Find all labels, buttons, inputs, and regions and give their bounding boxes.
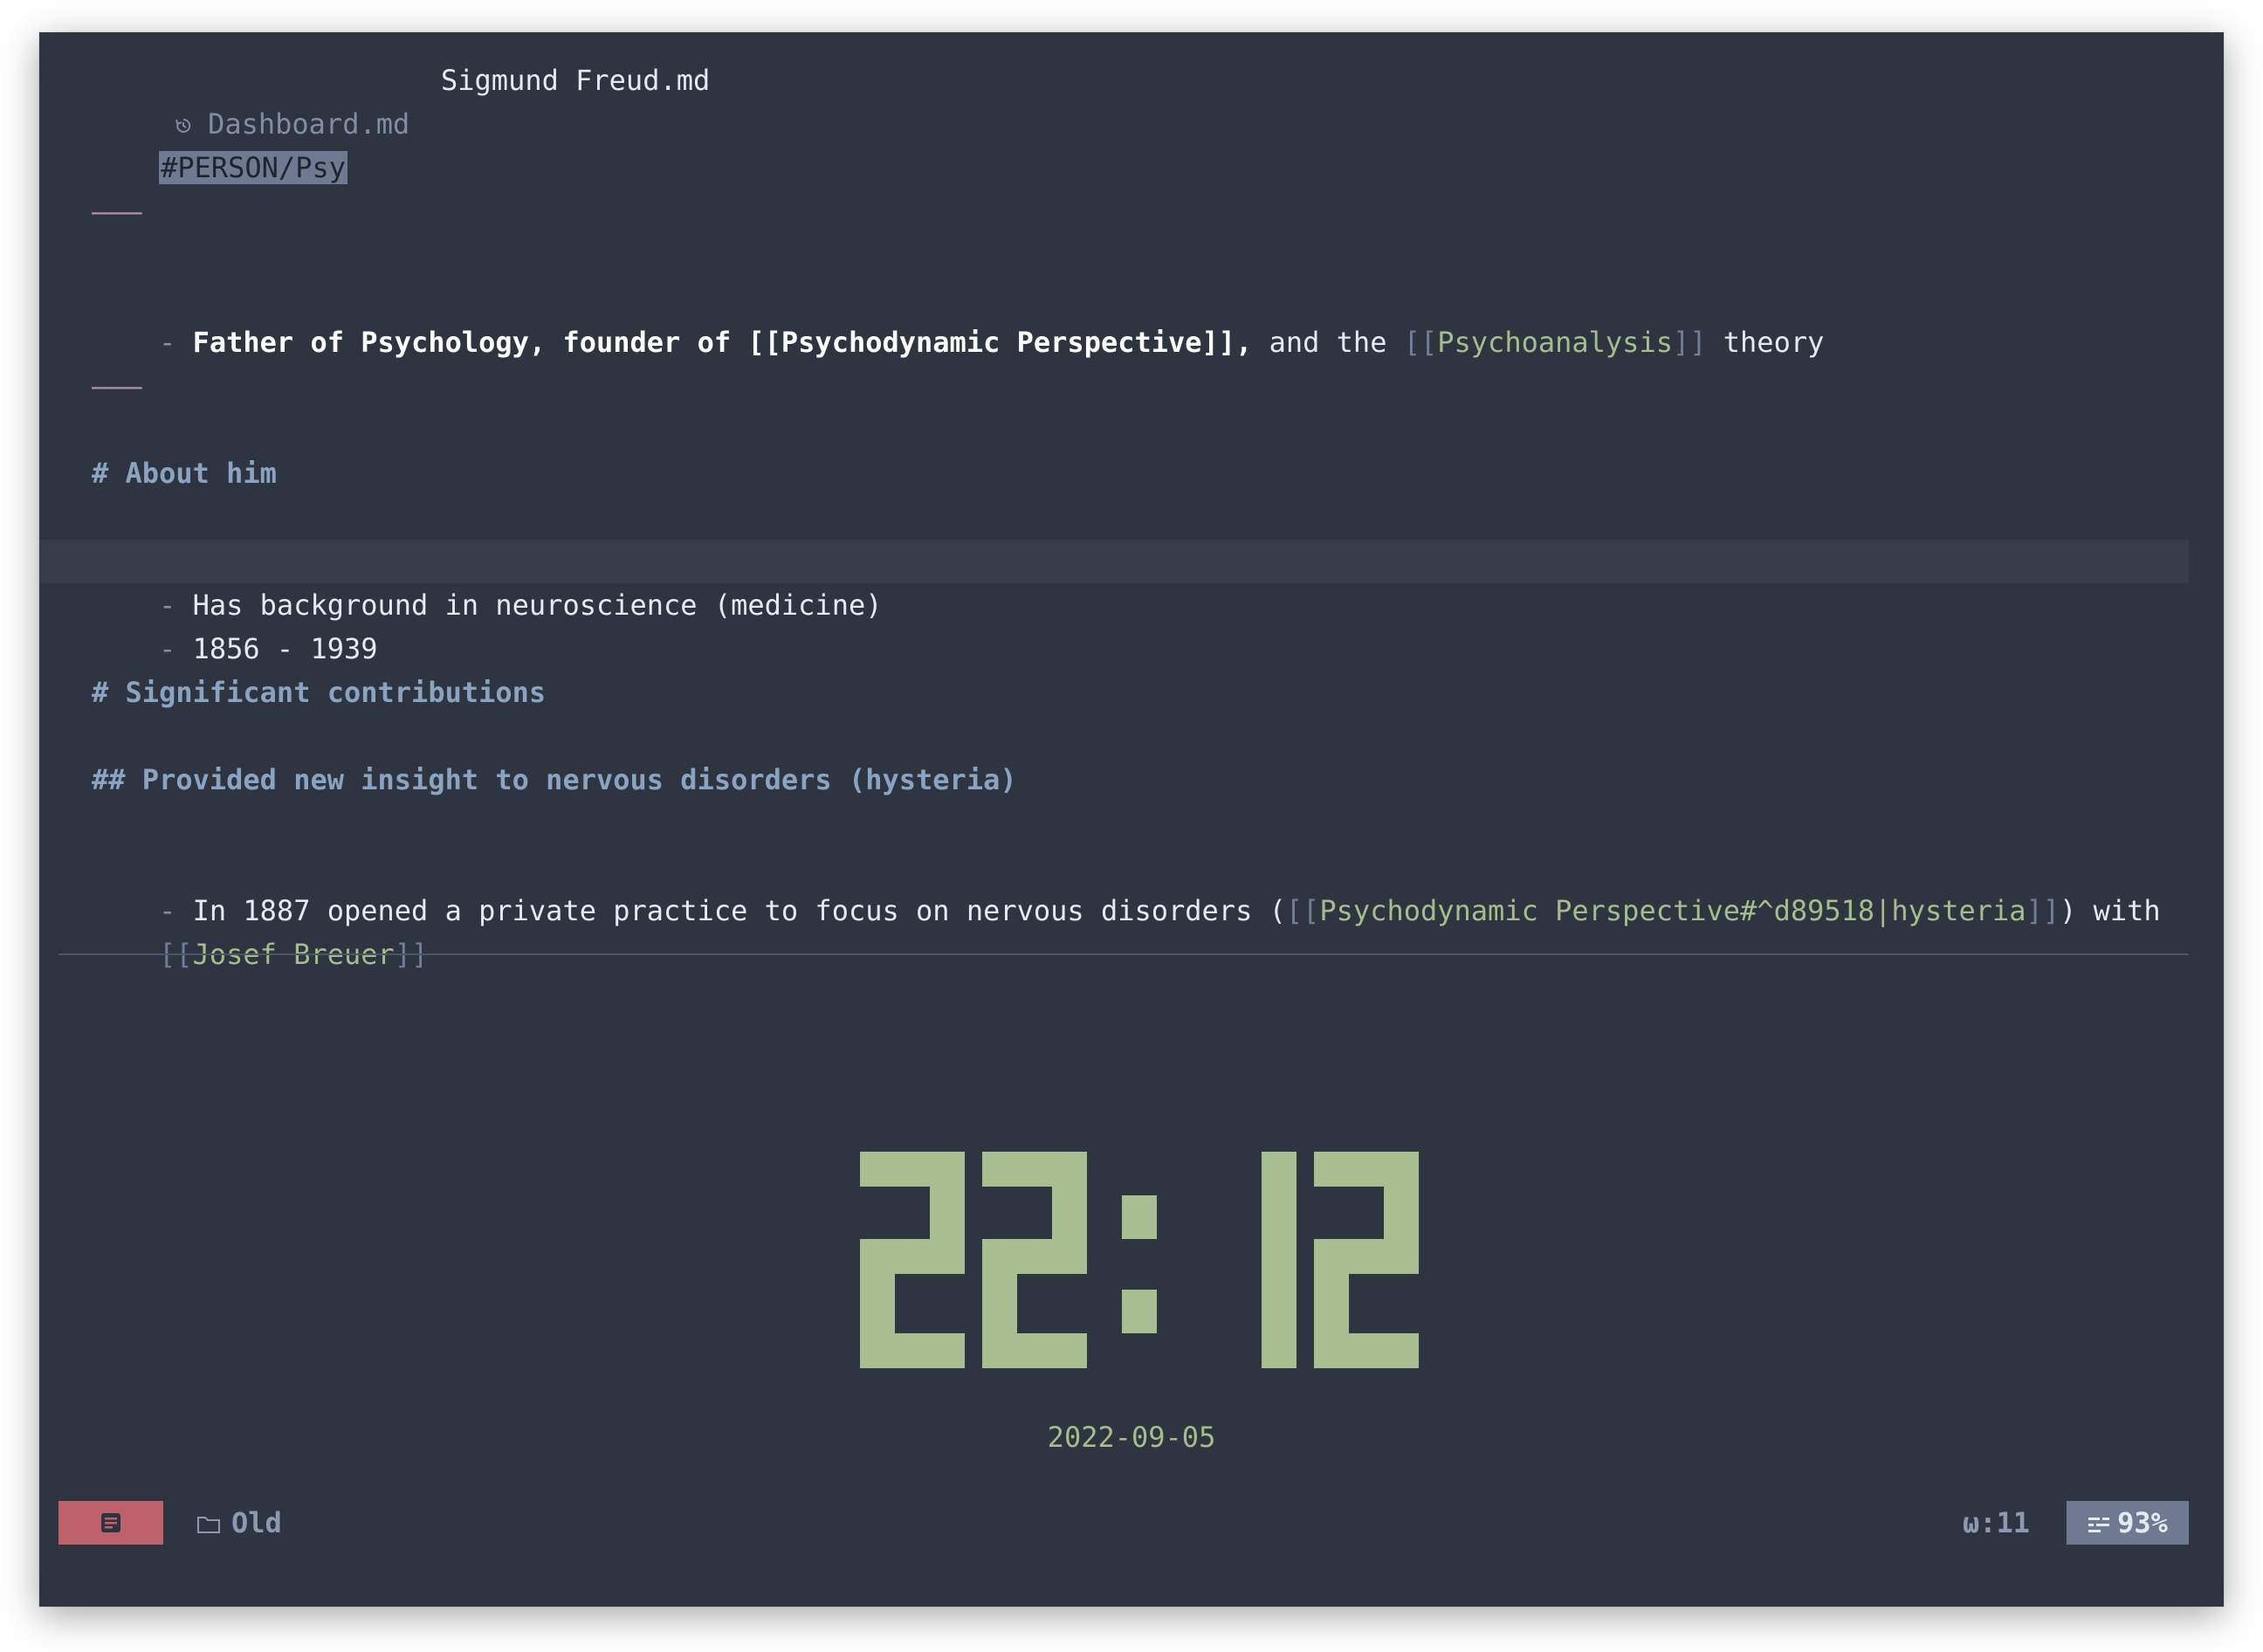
heading-contributions: # Significant contributions — [92, 676, 547, 709]
contribution-text-end: ) with — [2060, 894, 2161, 927]
editor-window: Dashboard.md Sigmund Freud.md #PERSON/Ps… — [39, 32, 2224, 1607]
clock-display — [39, 32, 2224, 1607]
summary-text-end: theory — [1706, 326, 1825, 359]
list-bullet: - — [159, 632, 176, 665]
hysteria-link[interactable]: Psychodynamic Perspective#^d89518|hyster… — [1319, 894, 2026, 927]
scroll-percent: 93% — [2067, 1501, 2189, 1545]
tab-sigmund-freud[interactable]: Sigmund Freud.md — [441, 59, 710, 102]
list-item-text: 1856 - 1939 — [192, 632, 378, 665]
link-bracket-close: ]] — [2026, 894, 2060, 927]
folder-icon — [197, 1517, 220, 1533]
word-count: ω:11 — [1962, 1506, 2030, 1539]
link-bracket-close: ]] — [1672, 326, 1707, 359]
scroll-icon — [2088, 1516, 2110, 1532]
link-bracket-open: [[ — [1285, 894, 1320, 927]
heading-about: # About him — [92, 457, 277, 490]
horizontal-rule: ——— — [92, 195, 142, 228]
summary-bold-text: Father of Psychology, founder of [[Psych… — [192, 326, 1253, 359]
horizontal-rule: ——— — [92, 369, 142, 403]
summary-text: and the — [1252, 326, 1404, 359]
list-bullet: - — [159, 326, 176, 359]
split-divider[interactable] — [58, 953, 2189, 955]
folder-name: Old — [231, 1506, 282, 1539]
psychoanalysis-link[interactable]: Psychoanalysis — [1437, 326, 1673, 359]
link-bracket-open: [[ — [1403, 326, 1438, 359]
scroll-percent-value: 93% — [2117, 1506, 2168, 1539]
tag[interactable]: #PERSON/Psy — [159, 151, 347, 184]
clock-date: 2022-09-05 — [1047, 1421, 1216, 1454]
mode-indicator[interactable] — [58, 1501, 163, 1545]
subheading-nervous-disorders: ## Provided new insight to nervous disor… — [92, 763, 1017, 796]
summary-line: - Father of Psychology, founder of [[Psy… — [92, 277, 1824, 408]
document-icon — [101, 1513, 120, 1532]
folder-indicator[interactable]: Old — [196, 1501, 282, 1545]
